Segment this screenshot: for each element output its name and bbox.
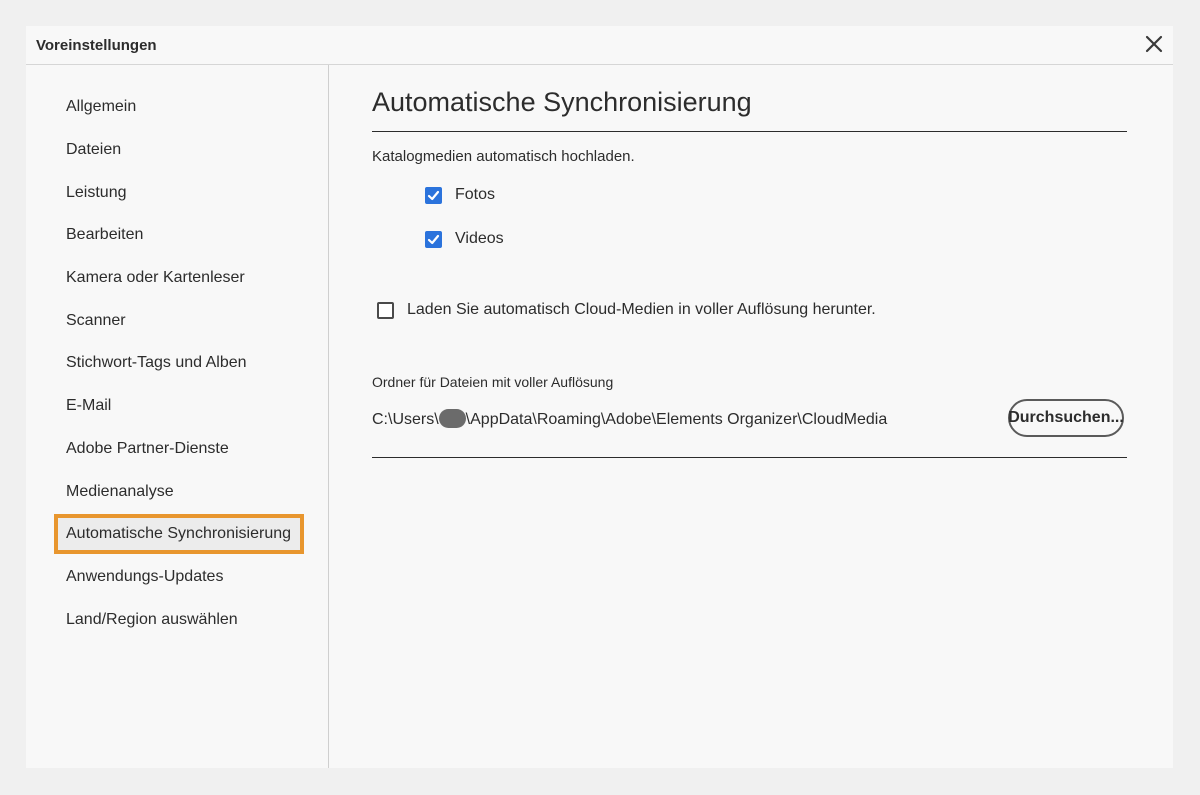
upload-intro-text: Katalogmedien automatisch hochladen. [372,148,635,165]
heading-divider [372,131,1127,132]
videos-label: Videos [455,230,504,247]
bottom-divider [372,457,1127,458]
videos-checkbox[interactable] [425,230,442,248]
folder-path-suffix: \AppData\Roaming\Adobe\Elements Organize… [465,411,888,428]
preferences-sidebar: Allgemein Dateien Leistung Bearbeiten Ka… [26,65,329,768]
dialog-title: Voreinstellungen [36,37,157,54]
sidebar-item-medienanalyse[interactable]: Medienanalyse [54,472,304,512]
browse-button[interactable]: Durchsuchen... [1008,399,1124,437]
folder-path: C:\Users\ \AppData\Roaming\Adobe\Elements… [372,409,887,429]
page-title: Automatische Synchronisierung [372,87,752,117]
sidebar-item-email[interactable]: E-Mail [54,386,304,426]
redacted-username [438,409,466,428]
sidebar-item-automatische-synchronisierung[interactable]: Automatische Synchronisierung [54,514,304,554]
title-bar: Voreinstellungen [26,26,1173,65]
photos-label: Fotos [455,186,496,203]
download-full-res-label: Laden Sie automatisch Cloud-Medien in vo… [407,301,876,318]
download-full-res-checkbox[interactable] [377,301,394,319]
preferences-dialog: Voreinstellungen Allgemein Dateien Leist… [26,26,1173,768]
folder-path-prefix: C:\Users\ [372,411,439,428]
photos-checkbox[interactable] [425,186,442,204]
sidebar-item-dateien[interactable]: Dateien [54,130,304,170]
sidebar-item-scanner[interactable]: Scanner [54,301,304,341]
sidebar-item-stichwort-tags[interactable]: Stichwort-Tags und Alben [54,343,304,383]
sidebar-item-leistung[interactable]: Leistung [54,173,304,213]
photos-checkbox-row[interactable]: Fotos [425,186,495,204]
folder-label: Ordner für Dateien mit voller Auflösung [372,374,614,390]
checkmark-icon [427,234,440,244]
sidebar-item-allgemein[interactable]: Allgemein [54,87,304,127]
sidebar-item-anwendungs-updates[interactable]: Anwendungs-Updates [54,557,304,597]
download-full-res-row[interactable]: Laden Sie automatisch Cloud-Medien in vo… [377,301,876,319]
checkmark-icon [427,190,440,200]
close-icon[interactable] [1143,33,1165,55]
videos-checkbox-row[interactable]: Videos [425,230,504,248]
sidebar-item-kamera[interactable]: Kamera oder Kartenleser [54,258,304,298]
sidebar-item-partner-dienste[interactable]: Adobe Partner-Dienste [54,429,304,469]
sidebar-item-land-region[interactable]: Land/Region auswählen [54,600,304,640]
sidebar-item-bearbeiten[interactable]: Bearbeiten [54,215,304,255]
